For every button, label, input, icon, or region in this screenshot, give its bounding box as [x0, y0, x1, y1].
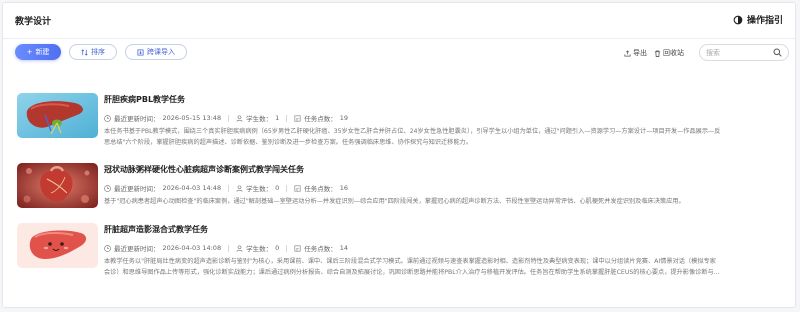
divider	[286, 184, 288, 192]
last-update-label: 最近更新时间：	[114, 115, 160, 123]
task-count: 任务点数： 14	[294, 243, 348, 253]
clock-icon	[104, 244, 111, 252]
recycle-bin-button[interactable]: 回收站	[654, 48, 684, 58]
student-count: 学生数： 0	[236, 183, 279, 193]
cross-course-import-button[interactable]: 跨课导入	[125, 44, 187, 60]
description-line: 本任务书基于PBL教学模式，围绕三个真实肝胆疾病病例（65岁男性乙肝硬化肝癌、3…	[104, 128, 721, 135]
last-update: 最近更新时间： 2026-05-15 13:48	[104, 113, 221, 123]
sort-icon	[81, 48, 88, 56]
students-value: 0	[275, 184, 280, 192]
students-label: 学生数：	[246, 115, 273, 123]
divider	[228, 244, 230, 252]
list-item[interactable]: 肝胆疾病PBL教学任务 最近更新时间： 2026-05-15 13:48 学生数：…	[3, 79, 795, 146]
students-value: 0	[275, 244, 280, 252]
page-panel: 教学设计 操作指引 + 新建 排序 跨课导入 导出 回收站 搜索 肝胆疾病PBL…	[2, 2, 796, 308]
last-update-value: 2026-05-15 13:48	[162, 114, 222, 122]
task-count: 任务点数： 16	[294, 183, 348, 193]
divider	[228, 114, 230, 122]
divider	[286, 244, 288, 252]
tasks-label: 任务点数：	[304, 185, 337, 193]
item-description: 本任务书基于PBL教学模式，围绕三个真实肝胆疾病病例（65岁男性乙肝硬化肝癌、3…	[104, 127, 784, 148]
recycle-label: 回收站	[663, 49, 684, 57]
list-item[interactable]: 肝脏超声造影混合式教学任务 最近更新时间： 2026-04-03 14:08 学生…	[3, 209, 795, 276]
new-button[interactable]: + 新建	[15, 44, 61, 60]
user-icon	[236, 244, 243, 252]
user-icon	[236, 114, 243, 122]
heart-image	[17, 163, 98, 208]
export-icon	[624, 49, 631, 57]
liver-cartoon-image	[17, 223, 98, 268]
task-icon	[294, 184, 301, 192]
divider	[286, 114, 288, 122]
item-info: 肝胆疾病PBL教学任务 最近更新时间： 2026-05-15 13:48 学生数：…	[104, 94, 784, 148]
task-icon	[294, 114, 301, 122]
description-line: 基于"冠心病患者超声心动图检查"的临床案例，通过"解剖基础—室壁运动分析—并发症…	[104, 198, 685, 205]
student-count: 学生数： 0	[236, 243, 279, 253]
task-count: 任务点数： 19	[294, 113, 348, 123]
item-description: 本教学任务以"肝脏局灶性病变的超声造影诊断与鉴别"为核心，采用课前、课中、课后三…	[104, 257, 784, 278]
new-button-label: 新建	[35, 48, 50, 56]
last-update: 最近更新时间： 2026-04-03 14:48	[104, 183, 221, 193]
liver-cartoon-thumbnail[interactable]	[17, 223, 98, 268]
search-input[interactable]	[706, 47, 772, 58]
item-meta: 最近更新时间： 2026-04-03 14:08 学生数： 0 任务点数： 14	[104, 243, 784, 253]
tasks-value: 16	[339, 184, 348, 192]
sort-button[interactable]: 排序	[69, 44, 117, 60]
last-update-value: 2026-04-03 14:08	[162, 244, 222, 252]
search-box	[699, 44, 789, 61]
clock-icon	[104, 114, 111, 122]
description-line: 本教学任务以"肝脏局灶性病变的超声造影诊断与鉴别"为核心，采用课前、课中、课后三…	[104, 258, 716, 265]
item-title[interactable]: 肝胆疾病PBL教学任务	[104, 94, 784, 105]
last-update-label: 最近更新时间：	[114, 245, 160, 253]
page-title: 教学设计	[15, 17, 52, 27]
description-line: 思总结"六个阶段，掌握肝胆疾病的超声描述、诊断依据、鉴别诊断及进一步检查方案。任…	[104, 138, 472, 146]
item-title[interactable]: 肝脏超声造影混合式教学任务	[104, 224, 784, 235]
import-button-label: 跨课导入	[147, 48, 175, 56]
tasks-label: 任务点数：	[304, 115, 337, 123]
toolbar: + 新建 排序 跨课导入 导出 回收站	[3, 39, 795, 69]
tasks-label: 任务点数：	[304, 245, 337, 253]
item-info: 肝脏超声造影混合式教学任务 最近更新时间： 2026-04-03 14:08 学生…	[104, 224, 784, 278]
last-update-value: 2026-04-03 14:48	[162, 184, 222, 192]
student-count: 学生数： 1	[236, 113, 279, 123]
tasks-value: 19	[339, 114, 348, 122]
students-label: 学生数：	[246, 245, 273, 253]
students-label: 学生数：	[246, 185, 273, 193]
export-button[interactable]: 导出	[624, 48, 647, 58]
user-icon	[236, 184, 243, 192]
last-update-label: 最近更新时间：	[114, 185, 160, 193]
students-value: 1	[275, 114, 280, 122]
clock-icon	[104, 184, 111, 192]
heart-thumbnail[interactable]	[17, 163, 98, 208]
item-title[interactable]: 冠状动脉粥样硬化性心脏病超声诊断案例式教学闯关任务	[104, 164, 784, 175]
tasks-value: 14	[339, 244, 348, 252]
description-line: 会诊）和思维导图作品上传等形式，强化诊断实战能力；课后通过病例分析报告、综合自测…	[104, 268, 720, 276]
trash-icon	[654, 49, 661, 57]
task-icon	[294, 244, 301, 252]
operation-guide-button[interactable]: 操作指引	[733, 13, 783, 26]
import-icon	[137, 48, 144, 56]
list-item[interactable]: 冠状动脉粥样硬化性心脏病超声诊断案例式教学闯关任务 最近更新时间： 2026-04…	[3, 149, 795, 209]
guide-label: 操作指引	[746, 16, 783, 26]
last-update: 最近更新时间： 2026-04-03 14:08	[104, 243, 221, 253]
liver-thumbnail[interactable]	[17, 93, 98, 138]
plus-icon: +	[26, 48, 33, 56]
search-icon[interactable]	[773, 48, 782, 57]
item-meta: 最近更新时间： 2026-04-03 14:48 学生数： 0 任务点数： 16	[104, 183, 784, 193]
sort-button-label: 排序	[91, 48, 105, 56]
page-header: 教学设计 操作指引	[3, 3, 795, 39]
export-label: 导出	[633, 49, 647, 57]
guide-icon	[733, 15, 743, 24]
liver-image	[17, 93, 98, 138]
item-meta: 最近更新时间： 2026-05-15 13:48 学生数： 1 任务点数： 19	[104, 113, 784, 123]
divider	[228, 184, 230, 192]
